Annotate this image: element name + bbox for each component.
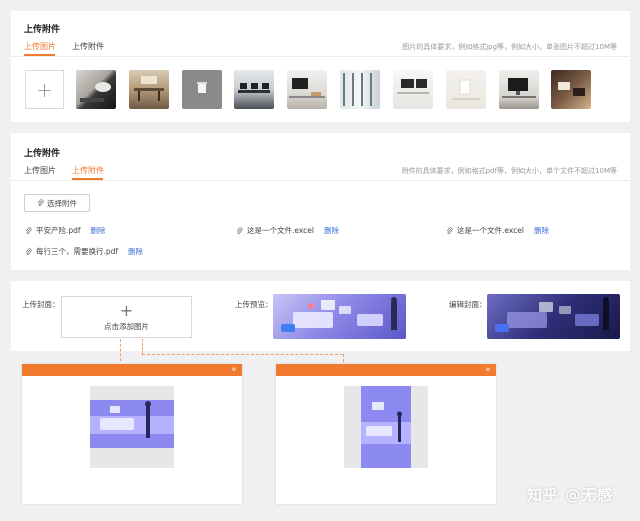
- edit-cover-label: 编辑封面：: [449, 300, 487, 309]
- delete-link[interactable]: 删除: [91, 225, 106, 236]
- image-thumbnail[interactable]: [76, 70, 116, 109]
- delete-link[interactable]: 删除: [534, 225, 549, 236]
- select-attachment-button[interactable]: 选择附件: [24, 194, 90, 212]
- upload-hint: 附件的具体要求，例如格式pdf等，例如大小，单个文件不超过10M等: [401, 167, 617, 175]
- connector-line: [120, 339, 121, 361]
- modal-image-area: [344, 386, 428, 468]
- paperclip-icon: [25, 247, 32, 255]
- attachment-item: 这是一个文件.excel 删除: [446, 225, 549, 236]
- image-thumbnail[interactable]: [499, 70, 539, 109]
- card-title: 上传附件: [24, 25, 61, 35]
- modal-header: ⊗: [22, 364, 242, 376]
- delete-link[interactable]: 删除: [128, 246, 143, 257]
- image-thumbnail[interactable]: [446, 70, 486, 109]
- attachment-item: 平安产险.pdf 删除: [25, 225, 106, 236]
- upload-hint: 图片的具体要求，例如格式jpg等，例如大小，单张图片不超过10M等: [402, 43, 617, 51]
- tab-divider: [11, 180, 630, 181]
- tab-upload-attachment[interactable]: 上传附件: [72, 41, 104, 52]
- card-title: 上传附件: [24, 149, 61, 159]
- image-thumbnail[interactable]: [287, 70, 327, 109]
- attachment-name[interactable]: 这是一个文件.excel: [457, 225, 524, 236]
- close-icon[interactable]: ⊗: [232, 367, 236, 373]
- tab-upload-image[interactable]: 上传图片: [24, 165, 56, 176]
- connector-line: [142, 354, 343, 355]
- image-thumbnail[interactable]: [393, 70, 433, 109]
- attachment-name[interactable]: 这是一个文件.excel: [247, 225, 314, 236]
- paperclip-icon: [236, 226, 243, 234]
- delete-link[interactable]: 删除: [324, 225, 339, 236]
- edit-banner-image: [487, 294, 620, 339]
- upload-preview-label: 上传预览：: [235, 300, 273, 309]
- upload-cover-label: 上传封面：: [22, 300, 60, 309]
- attachment-item: 每行三个，需要换行.pdf 删除: [25, 246, 143, 257]
- plus-icon: +: [36, 77, 53, 102]
- modal-header: ⊗: [276, 364, 496, 376]
- add-image-button[interactable]: +: [25, 70, 64, 109]
- attachment-name[interactable]: 平安产险.pdf: [36, 225, 81, 236]
- tab-divider: [11, 56, 630, 57]
- paperclip-icon: [37, 199, 44, 206]
- preview-modal-portrait: ⊗: [276, 364, 496, 504]
- image-thumbnail[interactable]: [129, 70, 169, 109]
- image-thumbnail[interactable]: [234, 70, 274, 109]
- preview-banner-image: [273, 294, 406, 339]
- attachment-item: 这是一个文件.excel 删除: [236, 225, 339, 236]
- modal-image-area: [90, 386, 174, 468]
- close-icon[interactable]: ⊗: [486, 367, 490, 373]
- tab-upload-image[interactable]: 上传图片: [24, 41, 56, 52]
- plus-icon: +: [119, 300, 134, 320]
- paperclip-icon: [446, 226, 453, 234]
- watermark: 知乎 @无感: [527, 486, 614, 504]
- image-thumbnail[interactable]: [551, 70, 591, 109]
- connector-line: [343, 354, 344, 362]
- add-cover-button[interactable]: + 点击添加图片: [61, 296, 192, 338]
- image-thumbnail[interactable]: [182, 70, 222, 109]
- add-cover-text: 点击添加图片: [104, 321, 149, 331]
- paperclip-icon: [25, 226, 32, 234]
- preview-modal-landscape: ⊗: [22, 364, 242, 504]
- select-attachment-label: 选择附件: [47, 198, 77, 208]
- tab-upload-attachment[interactable]: 上传附件: [72, 165, 104, 176]
- connector-line: [142, 339, 143, 354]
- attachment-name[interactable]: 每行三个，需要换行.pdf: [36, 246, 118, 257]
- image-thumbnail[interactable]: [340, 70, 380, 109]
